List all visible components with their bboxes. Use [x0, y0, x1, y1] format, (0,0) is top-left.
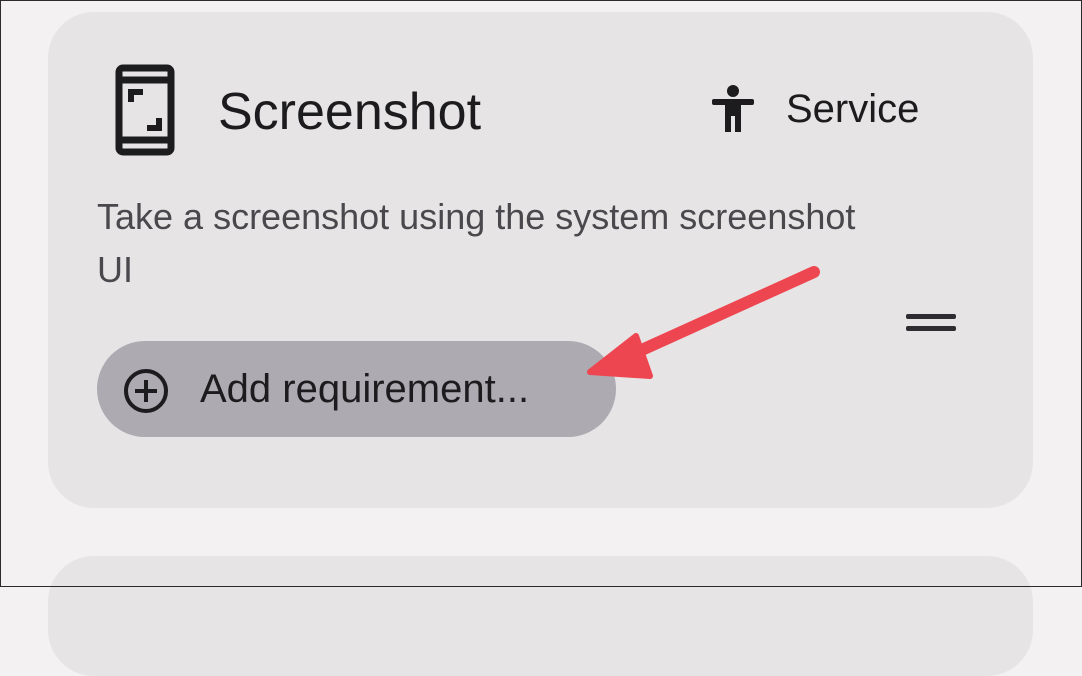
- phone-screenshot-icon: [115, 64, 175, 156]
- drag-handle-icon[interactable]: [898, 302, 964, 342]
- add-requirement-label: Add requirement...: [200, 367, 530, 411]
- accessibility-icon: [712, 85, 754, 132]
- next-card: [48, 556, 1033, 676]
- add-circle-icon: [124, 369, 168, 413]
- card-title: Screenshot: [218, 83, 482, 141]
- service-type-label: Service: [786, 87, 920, 131]
- card-description: Take a screenshot using the system scree…: [97, 196, 856, 290]
- add-requirement-button[interactable]: Add requirement...: [97, 341, 616, 437]
